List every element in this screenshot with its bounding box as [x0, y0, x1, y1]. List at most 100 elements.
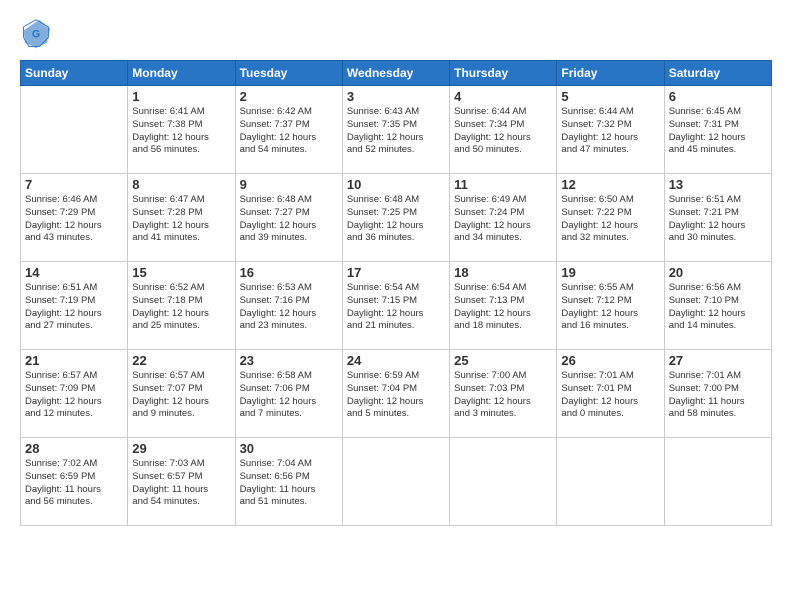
cell-info: Sunrise: 7:03 AM Sunset: 6:57 PM Dayligh… — [132, 458, 230, 509]
calendar-cell: 22 Sunrise: 6:57 AM Sunset: 7:07 PM Dayli… — [128, 350, 235, 438]
page: G SundayMondayTuesdayWednesdayThursdayFr… — [0, 0, 792, 612]
cell-info: Sunrise: 7:01 AM Sunset: 7:01 PM Dayligh… — [561, 370, 659, 421]
calendar-cell: 25Sunrise: 7:00 AM Sunset: 7:03 PM Dayli… — [450, 350, 557, 438]
cell-info: Sunrise: 6:56 AM Sunset: 7:10 PM Dayligh… — [669, 282, 767, 333]
day-header-friday: Friday — [557, 61, 664, 86]
calendar-cell: 21 Sunrise: 6:57 AM Sunset: 7:09 PM Dayli… — [21, 350, 128, 438]
day-number: 13 — [669, 177, 767, 192]
cell-info: Sunrise: 6:44 AM Sunset: 7:32 PM Dayligh… — [561, 106, 659, 157]
day-number: 26 — [561, 353, 659, 368]
day-number: 22 — [132, 353, 230, 368]
calendar-cell: 14 Sunrise: 6:51 AM Sunset: 7:19 PM Dayli… — [21, 262, 128, 350]
cell-info: Sunrise: 6:49 AM Sunset: 7:24 PM Dayligh… — [454, 194, 552, 245]
calendar: SundayMondayTuesdayWednesdayThursdayFrid… — [20, 60, 772, 526]
day-number: 11 — [454, 177, 552, 192]
day-number: 9 — [240, 177, 338, 192]
day-number: 7 — [25, 177, 123, 192]
calendar-cell: 24 Sunrise: 6:59 AM Sunset: 7:04 PM Dayli… — [342, 350, 449, 438]
day-header-sunday: Sunday — [21, 61, 128, 86]
cell-info: Sunrise: 6:58 AM Sunset: 7:06 PM Dayligh… — [240, 370, 338, 421]
calendar-cell: 1 Sunrise: 6:41 AM Sunset: 7:38 PM Daylig… — [128, 86, 235, 174]
cell-info: Sunrise: 6:41 AM Sunset: 7:38 PM Dayligh… — [132, 106, 230, 157]
cell-info: Sunrise: 6:57 AM Sunset: 7:07 PM Dayligh… — [132, 370, 230, 421]
calendar-cell: 3Sunrise: 6:43 AM Sunset: 7:35 PM Daylig… — [342, 86, 449, 174]
calendar-cell: 27 Sunrise: 7:01 AM Sunset: 7:00 PM Dayli… — [664, 350, 771, 438]
calendar-cell: 13 Sunrise: 6:51 AM Sunset: 7:21 PM Dayli… — [664, 174, 771, 262]
cell-info: Sunrise: 7:00 AM Sunset: 7:03 PM Dayligh… — [454, 370, 552, 421]
cell-info: Sunrise: 6:51 AM Sunset: 7:21 PM Dayligh… — [669, 194, 767, 245]
week-row-2: 7 Sunrise: 6:46 AM Sunset: 7:29 PM Daylig… — [21, 174, 772, 262]
calendar-cell: 20 Sunrise: 6:56 AM Sunset: 7:10 PM Dayli… — [664, 262, 771, 350]
calendar-cell: 2 Sunrise: 6:42 AM Sunset: 7:37 PM Daylig… — [235, 86, 342, 174]
cell-info: Sunrise: 6:54 AM Sunset: 7:15 PM Dayligh… — [347, 282, 445, 333]
calendar-cell — [342, 438, 449, 526]
header: G — [20, 18, 772, 50]
calendar-cell: 6Sunrise: 6:45 AM Sunset: 7:31 PM Daylig… — [664, 86, 771, 174]
day-header-saturday: Saturday — [664, 61, 771, 86]
cell-info: Sunrise: 6:51 AM Sunset: 7:19 PM Dayligh… — [25, 282, 123, 333]
day-number: 29 — [132, 441, 230, 456]
day-number: 8 — [132, 177, 230, 192]
cell-info: Sunrise: 6:50 AM Sunset: 7:22 PM Dayligh… — [561, 194, 659, 245]
day-number: 16 — [240, 265, 338, 280]
calendar-cell: 30Sunrise: 7:04 AM Sunset: 6:56 PM Dayli… — [235, 438, 342, 526]
cell-info: Sunrise: 6:46 AM Sunset: 7:29 PM Dayligh… — [25, 194, 123, 245]
day-number: 23 — [240, 353, 338, 368]
day-number: 4 — [454, 89, 552, 104]
day-number: 12 — [561, 177, 659, 192]
day-number: 3 — [347, 89, 445, 104]
cell-info: Sunrise: 6:52 AM Sunset: 7:18 PM Dayligh… — [132, 282, 230, 333]
day-number: 5 — [561, 89, 659, 104]
calendar-cell — [664, 438, 771, 526]
day-number: 14 — [25, 265, 123, 280]
calendar-cell: 4Sunrise: 6:44 AM Sunset: 7:34 PM Daylig… — [450, 86, 557, 174]
day-number: 21 — [25, 353, 123, 368]
calendar-cell: 7 Sunrise: 6:46 AM Sunset: 7:29 PM Daylig… — [21, 174, 128, 262]
day-number: 1 — [132, 89, 230, 104]
day-number: 28 — [25, 441, 123, 456]
day-number: 6 — [669, 89, 767, 104]
logo: G — [20, 18, 56, 50]
day-number: 24 — [347, 353, 445, 368]
cell-info: Sunrise: 6:54 AM Sunset: 7:13 PM Dayligh… — [454, 282, 552, 333]
cell-info: Sunrise: 7:01 AM Sunset: 7:00 PM Dayligh… — [669, 370, 767, 421]
day-number: 10 — [347, 177, 445, 192]
day-number: 20 — [669, 265, 767, 280]
calendar-cell: 29 Sunrise: 7:03 AM Sunset: 6:57 PM Dayli… — [128, 438, 235, 526]
week-row-3: 14 Sunrise: 6:51 AM Sunset: 7:19 PM Dayli… — [21, 262, 772, 350]
cell-info: Sunrise: 6:48 AM Sunset: 7:27 PM Dayligh… — [240, 194, 338, 245]
calendar-cell: 16 Sunrise: 6:53 AM Sunset: 7:16 PM Dayli… — [235, 262, 342, 350]
calendar-cell — [557, 438, 664, 526]
cell-info: Sunrise: 7:02 AM Sunset: 6:59 PM Dayligh… — [25, 458, 123, 509]
calendar-cell: 26 Sunrise: 7:01 AM Sunset: 7:01 PM Dayli… — [557, 350, 664, 438]
cell-info: Sunrise: 6:55 AM Sunset: 7:12 PM Dayligh… — [561, 282, 659, 333]
week-row-5: 28 Sunrise: 7:02 AM Sunset: 6:59 PM Dayli… — [21, 438, 772, 526]
day-number: 30 — [240, 441, 338, 456]
calendar-cell: 18Sunrise: 6:54 AM Sunset: 7:13 PM Dayli… — [450, 262, 557, 350]
calendar-header-row: SundayMondayTuesdayWednesdayThursdayFrid… — [21, 61, 772, 86]
calendar-cell: 19Sunrise: 6:55 AM Sunset: 7:12 PM Dayli… — [557, 262, 664, 350]
cell-info: Sunrise: 6:59 AM Sunset: 7:04 PM Dayligh… — [347, 370, 445, 421]
cell-info: Sunrise: 6:47 AM Sunset: 7:28 PM Dayligh… — [132, 194, 230, 245]
cell-info: Sunrise: 6:57 AM Sunset: 7:09 PM Dayligh… — [25, 370, 123, 421]
day-header-wednesday: Wednesday — [342, 61, 449, 86]
calendar-cell: 5 Sunrise: 6:44 AM Sunset: 7:32 PM Daylig… — [557, 86, 664, 174]
day-number: 15 — [132, 265, 230, 280]
day-number: 17 — [347, 265, 445, 280]
day-number: 27 — [669, 353, 767, 368]
day-header-tuesday: Tuesday — [235, 61, 342, 86]
cell-info: Sunrise: 6:53 AM Sunset: 7:16 PM Dayligh… — [240, 282, 338, 333]
calendar-cell: 15 Sunrise: 6:52 AM Sunset: 7:18 PM Dayli… — [128, 262, 235, 350]
calendar-cell: 10 Sunrise: 6:48 AM Sunset: 7:25 PM Dayli… — [342, 174, 449, 262]
week-row-1: 1 Sunrise: 6:41 AM Sunset: 7:38 PM Daylig… — [21, 86, 772, 174]
day-number: 2 — [240, 89, 338, 104]
calendar-cell — [21, 86, 128, 174]
day-header-monday: Monday — [128, 61, 235, 86]
cell-info: Sunrise: 6:48 AM Sunset: 7:25 PM Dayligh… — [347, 194, 445, 245]
calendar-cell: 28 Sunrise: 7:02 AM Sunset: 6:59 PM Dayli… — [21, 438, 128, 526]
day-header-thursday: Thursday — [450, 61, 557, 86]
cell-info: Sunrise: 6:42 AM Sunset: 7:37 PM Dayligh… — [240, 106, 338, 157]
calendar-cell: 17 Sunrise: 6:54 AM Sunset: 7:15 PM Dayli… — [342, 262, 449, 350]
calendar-cell — [450, 438, 557, 526]
calendar-cell: 12 Sunrise: 6:50 AM Sunset: 7:22 PM Dayli… — [557, 174, 664, 262]
